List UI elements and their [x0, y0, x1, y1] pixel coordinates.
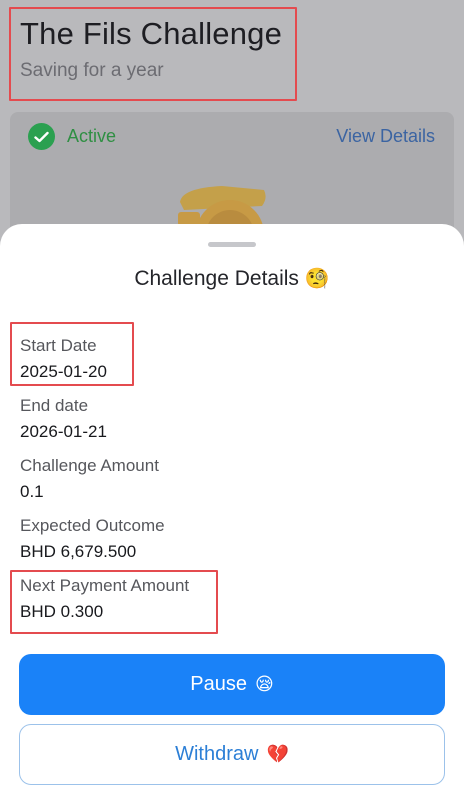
expected-outcome-value: BHD 6,679.500: [20, 542, 137, 561]
next-payment-item: Next Payment Amount BHD 0.300: [20, 576, 189, 622]
expected-outcome-item: Expected Outcome BHD 6,679.500: [20, 516, 165, 562]
sleepy-face-icon: 😪: [254, 674, 274, 694]
sheet-drag-handle[interactable]: [208, 242, 256, 247]
start-date-value: 2025-01-20: [20, 362, 107, 381]
start-date-label: Start Date: [20, 336, 97, 355]
screen: The Fils Challenge Saving for a year Act…: [0, 0, 464, 804]
challenge-amount-item: Challenge Amount 0.1: [20, 456, 159, 502]
start-date-item: Start Date 2025-01-20: [20, 336, 107, 382]
next-payment-label: Next Payment Amount: [20, 576, 190, 595]
pause-button[interactable]: Pause 😪: [19, 654, 445, 715]
challenge-amount-label: Challenge Amount: [20, 456, 159, 475]
status-label: Active: [67, 126, 117, 146]
challenge-amount-value: 0.1: [20, 482, 44, 501]
end-date-value: 2026-01-21: [20, 422, 107, 441]
next-payment-value: BHD 0.300: [20, 602, 104, 621]
title-highlight-box: [9, 7, 297, 101]
withdraw-button[interactable]: Withdraw 💔: [19, 724, 445, 785]
end-date-item: End date 2026-01-21: [20, 396, 107, 442]
withdraw-button-label: Withdraw: [175, 743, 259, 765]
sheet-title-text: Challenge Details: [134, 267, 299, 290]
sheet-title: Challenge Details 🧐: [0, 266, 464, 291]
end-date-label: End date: [20, 396, 89, 415]
pause-button-label: Pause: [190, 673, 247, 695]
monocle-face-icon: 🧐: [304, 268, 330, 290]
view-details-link[interactable]: View Details: [336, 126, 435, 147]
expected-outcome-label: Expected Outcome: [20, 516, 165, 535]
challenge-details-sheet: Challenge Details 🧐 Start Date 2025-01-2…: [0, 224, 464, 804]
check-icon: [28, 123, 55, 150]
broken-heart-icon: 💔: [266, 744, 289, 764]
